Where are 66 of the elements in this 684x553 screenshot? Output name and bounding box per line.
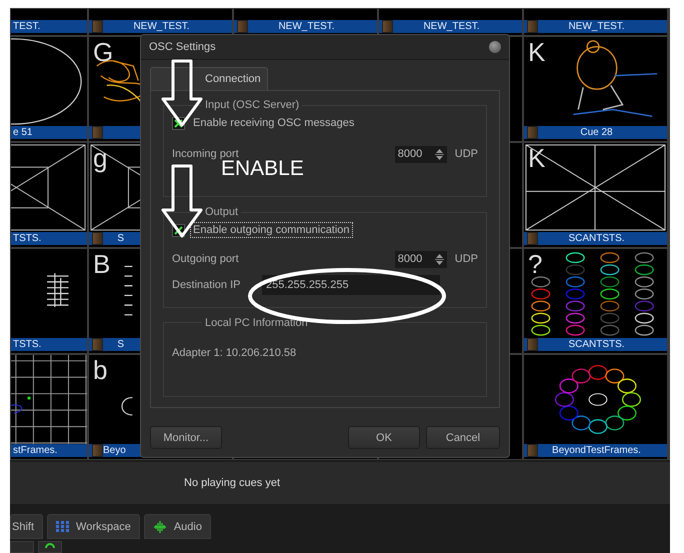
film-icon [527,444,538,457]
waveform-icon [152,520,167,532]
status-text: No playing cues yet [184,477,280,489]
film-icon [92,126,103,139]
tab[interactable]: Connection [150,67,268,90]
monitor-button[interactable]: Monitor... [150,426,222,449]
cue-label: Beyo [103,445,127,456]
ok-button[interactable]: OK [348,426,420,449]
cue-label: S [117,233,125,244]
cue-label: e 51 [13,127,32,138]
field-label: Incoming port [172,148,239,160]
cue-letter: K [528,37,546,67]
grid-icon [56,521,70,532]
cancel-button[interactable]: Cancel [426,426,500,449]
cue-label: S [117,339,125,350]
tab[interactable]: Workspace [47,514,140,539]
spinner-icon[interactable] [434,148,444,160]
film-icon [92,444,103,457]
cue-label: SCANTSTS. [568,339,626,350]
cue-label: SCANTSTS. [568,233,626,244]
film-icon [92,338,103,351]
adapter-info: Adapter 1: 10.206.210.58 [172,346,298,358]
cue-label: NEW_TEST. [278,21,336,32]
cue-letter: g [93,143,108,173]
annotation-text: ENABLE [221,157,304,181]
film-icon [92,20,103,33]
field-label: Outgoing port [172,253,239,265]
checkbox-label[interactable]: Enable outgoing communication [190,222,353,238]
window-title: OSC Settings [149,41,216,53]
port-field[interactable]: 8000 [394,146,447,162]
close-button[interactable] [489,41,501,53]
spinner-icon[interactable] [434,252,444,266]
checkbox-label[interactable]: Enable receiving OSC messages [190,115,358,131]
cue-letter: B [93,249,110,279]
cue-label: BeyondTestFrames. [552,445,642,456]
cue-label: NEW_TEST. [423,21,481,32]
arc-drawing [122,396,132,416]
port-field[interactable]: 8000 [394,250,447,268]
cue-letter: G [93,37,114,67]
cue-label: TSTS. [13,339,42,350]
cue-letter: b [93,355,108,385]
ip-field[interactable]: 255.255.255.255 [262,275,440,295]
group-title: Output [204,206,240,218]
cue-letter: ? [528,249,542,279]
cue-label: TEST. [13,21,40,32]
film-icon [527,126,538,139]
cue-label: Cue 28 [580,127,614,138]
toolbar-button[interactable] [38,541,62,553]
tab[interactable]: Audio [144,514,211,539]
protocol-label: UDP [454,148,478,160]
film-icon [92,232,103,245]
film-icon [527,20,538,33]
protocol-label: UDP [454,253,478,265]
cue-letter: K [528,143,546,173]
ticks-drawing [124,266,133,316]
film-icon [527,338,538,351]
group-title: Input (OSC Server) [204,99,300,111]
cue-label: TSTS. [13,233,42,244]
ladder-drawing [46,272,70,308]
tab[interactable]: Shift [10,514,44,539]
cue-label: stFrames. [13,445,58,456]
film-icon [527,232,538,245]
field-label: Destination IP [172,279,240,291]
cue-label: NEW_TEST. [568,21,626,32]
group-title: Local PC Information [204,316,309,328]
cue-label: NEW_TEST. [133,21,191,32]
